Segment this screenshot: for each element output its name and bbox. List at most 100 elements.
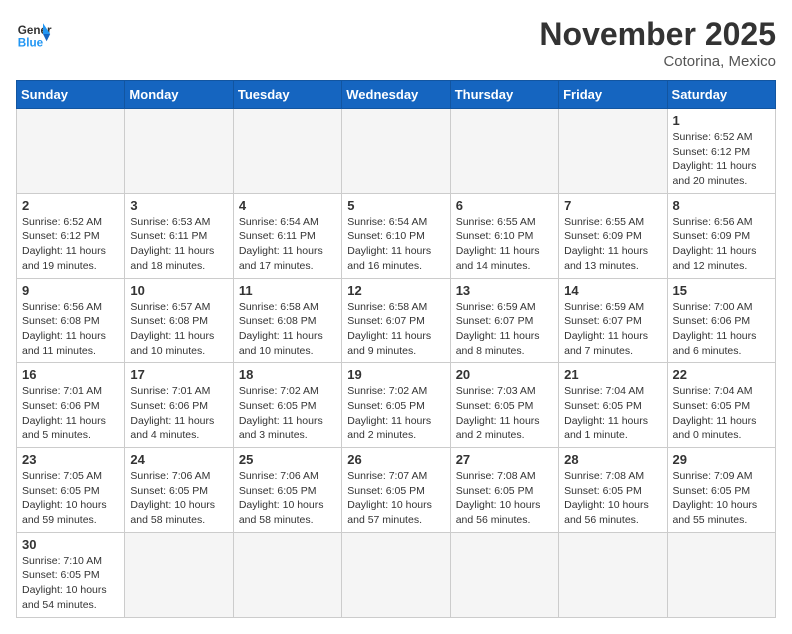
svg-text:Blue: Blue bbox=[18, 37, 44, 50]
calendar-row: 1Sunrise: 6:52 AM Sunset: 6:12 PM Daylig… bbox=[17, 109, 776, 194]
calendar-cell: 27 Sunrise: 7:08 AM Sunset: 6:05 PM Dayli… bbox=[450, 448, 558, 533]
calendar-cell: 25 Sunrise: 7:06 AM Sunset: 6:05 PM Dayli… bbox=[233, 448, 341, 533]
day-number: 24 bbox=[130, 452, 227, 467]
calendar-cell bbox=[125, 532, 233, 617]
calendar-cell bbox=[450, 109, 558, 194]
weekday-header-friday: Friday bbox=[559, 81, 667, 109]
day-info: Sunrise: 7:04 AM Sunset: 6:05 PM Dayligh… bbox=[564, 384, 661, 443]
calendar-cell: 1Sunrise: 6:52 AM Sunset: 6:12 PM Daylig… bbox=[667, 109, 775, 194]
calendar-cell bbox=[450, 532, 558, 617]
calendar-cell bbox=[342, 109, 450, 194]
day-number: 21 bbox=[564, 367, 661, 382]
weekday-header-tuesday: Tuesday bbox=[233, 81, 341, 109]
day-number: 25 bbox=[239, 452, 336, 467]
day-info: Sunrise: 6:53 AM Sunset: 6:11 PM Dayligh… bbox=[130, 215, 227, 274]
day-info: Sunrise: 6:58 AM Sunset: 6:08 PM Dayligh… bbox=[239, 300, 336, 359]
calendar-cell: 9 Sunrise: 6:56 AM Sunset: 6:08 PM Daylig… bbox=[17, 278, 125, 363]
day-info: Sunrise: 6:59 AM Sunset: 6:07 PM Dayligh… bbox=[564, 300, 661, 359]
calendar-cell: 11 Sunrise: 6:58 AM Sunset: 6:08 PM Dayli… bbox=[233, 278, 341, 363]
day-number: 29 bbox=[673, 452, 770, 467]
day-number: 23 bbox=[22, 452, 119, 467]
calendar-cell: 6 Sunrise: 6:55 AM Sunset: 6:10 PM Daylig… bbox=[450, 193, 558, 278]
calendar-cell: 23 Sunrise: 7:05 AM Sunset: 6:05 PM Dayli… bbox=[17, 448, 125, 533]
day-info: Sunrise: 7:10 AM Sunset: 6:05 PM Dayligh… bbox=[22, 554, 119, 613]
day-info: Sunrise: 7:06 AM Sunset: 6:05 PM Dayligh… bbox=[239, 469, 336, 528]
day-number: 18 bbox=[239, 367, 336, 382]
day-number: 30 bbox=[22, 537, 119, 552]
day-info: Sunrise: 6:55 AM Sunset: 6:09 PM Dayligh… bbox=[564, 215, 661, 274]
calendar-cell: 18 Sunrise: 7:02 AM Sunset: 6:05 PM Dayli… bbox=[233, 363, 341, 448]
day-number: 19 bbox=[347, 367, 444, 382]
day-number: 11 bbox=[239, 283, 336, 298]
day-info: Sunrise: 7:06 AM Sunset: 6:05 PM Dayligh… bbox=[130, 469, 227, 528]
day-info: Sunrise: 6:57 AM Sunset: 6:08 PM Dayligh… bbox=[130, 300, 227, 359]
day-info: Sunrise: 6:56 AM Sunset: 6:08 PM Dayligh… bbox=[22, 300, 119, 359]
calendar-cell: 24 Sunrise: 7:06 AM Sunset: 6:05 PM Dayli… bbox=[125, 448, 233, 533]
calendar-cell bbox=[233, 532, 341, 617]
day-number: 15 bbox=[673, 283, 770, 298]
day-info: Sunrise: 6:56 AM Sunset: 6:09 PM Dayligh… bbox=[673, 215, 770, 274]
day-info: Sunrise: 6:55 AM Sunset: 6:10 PM Dayligh… bbox=[456, 215, 553, 274]
calendar-cell: 26Sunrise: 7:07 AM Sunset: 6:05 PM Dayli… bbox=[342, 448, 450, 533]
calendar-cell: 28 Sunrise: 7:08 AM Sunset: 6:05 PM Dayli… bbox=[559, 448, 667, 533]
day-info: Sunrise: 7:08 AM Sunset: 6:05 PM Dayligh… bbox=[456, 469, 553, 528]
day-info: Sunrise: 7:05 AM Sunset: 6:05 PM Dayligh… bbox=[22, 469, 119, 528]
calendar-cell: 2 Sunrise: 6:52 AM Sunset: 6:12 PM Daylig… bbox=[17, 193, 125, 278]
calendar-cell bbox=[667, 532, 775, 617]
day-number: 6 bbox=[456, 198, 553, 213]
day-info: Sunrise: 7:04 AM Sunset: 6:05 PM Dayligh… bbox=[673, 384, 770, 443]
weekday-header-thursday: Thursday bbox=[450, 81, 558, 109]
title-area: November 2025 Cotorina, Mexico bbox=[539, 16, 776, 70]
day-info: Sunrise: 7:01 AM Sunset: 6:06 PM Dayligh… bbox=[130, 384, 227, 443]
weekday-header-saturday: Saturday bbox=[667, 81, 775, 109]
day-number: 2 bbox=[22, 198, 119, 213]
day-number: 8 bbox=[673, 198, 770, 213]
calendar-cell: 14Sunrise: 6:59 AM Sunset: 6:07 PM Dayli… bbox=[559, 278, 667, 363]
day-number: 10 bbox=[130, 283, 227, 298]
calendar-cell: 4 Sunrise: 6:54 AM Sunset: 6:11 PM Daylig… bbox=[233, 193, 341, 278]
day-number: 4 bbox=[239, 198, 336, 213]
calendar-cell: 17 Sunrise: 7:01 AM Sunset: 6:06 PM Dayli… bbox=[125, 363, 233, 448]
calendar-cell: 21 Sunrise: 7:04 AM Sunset: 6:05 PM Dayli… bbox=[559, 363, 667, 448]
calendar-cell: 20Sunrise: 7:03 AM Sunset: 6:05 PM Dayli… bbox=[450, 363, 558, 448]
calendar-cell: 22Sunrise: 7:04 AM Sunset: 6:05 PM Dayli… bbox=[667, 363, 775, 448]
calendar-cell: 12 Sunrise: 6:58 AM Sunset: 6:07 PM Dayli… bbox=[342, 278, 450, 363]
weekday-header-wednesday: Wednesday bbox=[342, 81, 450, 109]
calendar-cell: 5 Sunrise: 6:54 AM Sunset: 6:10 PM Daylig… bbox=[342, 193, 450, 278]
logo: General Blue bbox=[16, 16, 52, 52]
calendar-row: 2 Sunrise: 6:52 AM Sunset: 6:12 PM Daylig… bbox=[17, 193, 776, 278]
day-info: Sunrise: 7:01 AM Sunset: 6:06 PM Dayligh… bbox=[22, 384, 119, 443]
day-number: 5 bbox=[347, 198, 444, 213]
day-number: 9 bbox=[22, 283, 119, 298]
header: General Blue November 2025 Cotorina, Mex… bbox=[16, 16, 776, 70]
day-number: 12 bbox=[347, 283, 444, 298]
day-info: Sunrise: 7:00 AM Sunset: 6:06 PM Dayligh… bbox=[673, 300, 770, 359]
calendar-cell: 8 Sunrise: 6:56 AM Sunset: 6:09 PM Daylig… bbox=[667, 193, 775, 278]
calendar-cell: 16 Sunrise: 7:01 AM Sunset: 6:06 PM Dayli… bbox=[17, 363, 125, 448]
calendar-row: 30 Sunrise: 7:10 AM Sunset: 6:05 PM Dayli… bbox=[17, 532, 776, 617]
day-number: 7 bbox=[564, 198, 661, 213]
calendar-cell: 15 Sunrise: 7:00 AM Sunset: 6:06 PM Dayli… bbox=[667, 278, 775, 363]
day-info: Sunrise: 6:52 AM Sunset: 6:12 PM Dayligh… bbox=[22, 215, 119, 274]
day-number: 28 bbox=[564, 452, 661, 467]
day-info: Sunrise: 7:02 AM Sunset: 6:05 PM Dayligh… bbox=[347, 384, 444, 443]
weekday-header-sunday: Sunday bbox=[17, 81, 125, 109]
day-number: 3 bbox=[130, 198, 227, 213]
logo-icon: General Blue bbox=[16, 16, 52, 52]
calendar-cell: 13Sunrise: 6:59 AM Sunset: 6:07 PM Dayli… bbox=[450, 278, 558, 363]
day-info: Sunrise: 6:58 AM Sunset: 6:07 PM Dayligh… bbox=[347, 300, 444, 359]
day-number: 27 bbox=[456, 452, 553, 467]
day-info: Sunrise: 6:59 AM Sunset: 6:07 PM Dayligh… bbox=[456, 300, 553, 359]
day-info: Sunrise: 6:54 AM Sunset: 6:10 PM Dayligh… bbox=[347, 215, 444, 274]
day-info: Sunrise: 7:08 AM Sunset: 6:05 PM Dayligh… bbox=[564, 469, 661, 528]
calendar-cell bbox=[233, 109, 341, 194]
calendar-cell: 3 Sunrise: 6:53 AM Sunset: 6:11 PM Daylig… bbox=[125, 193, 233, 278]
weekday-header-row: SundayMondayTuesdayWednesdayThursdayFrid… bbox=[17, 81, 776, 109]
day-number: 16 bbox=[22, 367, 119, 382]
calendar-cell: 10 Sunrise: 6:57 AM Sunset: 6:08 PM Dayli… bbox=[125, 278, 233, 363]
day-info: Sunrise: 6:54 AM Sunset: 6:11 PM Dayligh… bbox=[239, 215, 336, 274]
day-info: Sunrise: 7:02 AM Sunset: 6:05 PM Dayligh… bbox=[239, 384, 336, 443]
day-number: 17 bbox=[130, 367, 227, 382]
day-number: 26 bbox=[347, 452, 444, 467]
month-title: November 2025 bbox=[539, 16, 776, 53]
